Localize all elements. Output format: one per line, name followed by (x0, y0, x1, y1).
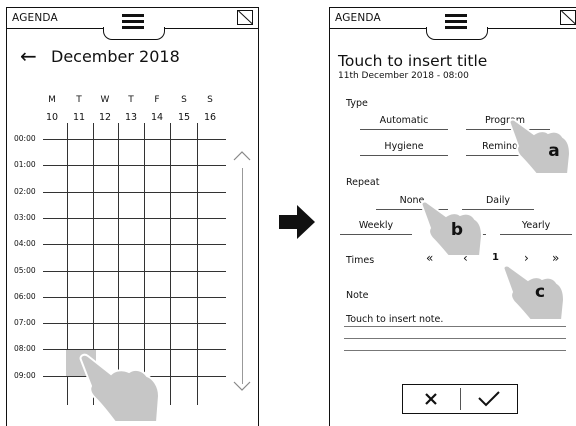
action-divider (460, 388, 461, 410)
hour-row-line[interactable] (43, 270, 226, 272)
chevron-down-icon[interactable] (233, 380, 251, 392)
chevron-up-icon[interactable] (233, 150, 251, 162)
hour-row-line[interactable] (43, 165, 226, 167)
time-label: 01:00 (14, 160, 36, 170)
day-number: 12 (98, 112, 112, 123)
repeat-label: Repeat (346, 177, 380, 188)
hour-row-line[interactable] (43, 244, 226, 246)
note-input[interactable]: Touch to insert note. (346, 314, 443, 325)
pointing-hand-icon (79, 353, 161, 422)
scrollbar-track[interactable] (242, 168, 243, 384)
event-date: 11th December 2018 - 08:00 (338, 71, 469, 81)
box-x-icon[interactable] (560, 10, 576, 25)
calendar-screen: AGENDA ← December 2018 M T W T F S S 10 11 12 13 14… (6, 7, 259, 426)
month-title: December 2018 (51, 47, 180, 66)
day-letter: T (76, 95, 82, 105)
app-title: AGENDA (335, 12, 381, 24)
close-icon (425, 393, 437, 405)
time-label: 06:00 (14, 291, 36, 301)
type-option-automatic[interactable]: Automatic (368, 115, 440, 126)
app-title: AGENDA (12, 12, 58, 24)
callout-label: b (450, 220, 464, 240)
hour-row-line[interactable] (43, 296, 226, 298)
day-number: 15 (177, 112, 191, 123)
repeat-option-weekly[interactable]: Weekly (344, 220, 408, 231)
note-line (344, 350, 566, 351)
event-title-input[interactable]: Touch to insert title (338, 52, 487, 70)
hour-row-line[interactable] (43, 139, 226, 140)
day-letter: F (154, 95, 160, 105)
option-underline (360, 129, 448, 130)
hamburger-menu-icon[interactable] (122, 14, 144, 30)
hamburger-menu-icon[interactable] (445, 14, 467, 30)
right-arrow-icon (279, 205, 315, 239)
action-bar (402, 384, 518, 414)
type-option-hygiene[interactable]: Hygiene (368, 141, 440, 152)
time-label: 04:00 (14, 239, 36, 249)
cancel-button[interactable] (411, 388, 451, 410)
time-label: 00:00 (14, 134, 36, 143)
next-button[interactable]: › (524, 251, 529, 265)
day-letter: S (181, 95, 187, 105)
note-label: Note (346, 290, 369, 301)
time-label: 03:00 (14, 212, 36, 222)
option-underline (340, 234, 412, 235)
day-letter: M (48, 95, 56, 105)
type-label: Type (346, 98, 368, 109)
times-label: Times (346, 255, 375, 266)
day-letter: S (207, 95, 213, 105)
time-label: 02:00 (14, 186, 36, 196)
hour-row-line[interactable] (43, 323, 226, 325)
event-editor-screen: AGENDA Touch to insert title 11th Decemb… (329, 7, 576, 426)
day-number: 10 (45, 112, 59, 123)
day-number: 14 (150, 112, 164, 123)
times-value: 1 (492, 252, 499, 263)
time-label: 08:00 (14, 344, 36, 354)
time-label: 09:00 (14, 370, 36, 380)
option-underline (360, 155, 448, 156)
day-number: 16 (203, 112, 217, 123)
left-arrow-icon[interactable]: ← (20, 46, 37, 66)
box-x-icon[interactable] (237, 10, 253, 25)
callout-label: c (534, 282, 546, 302)
note-line (344, 326, 566, 327)
hour-row-line[interactable] (43, 191, 226, 193)
day-letter: W (100, 95, 110, 105)
check-icon (478, 391, 500, 407)
last-button[interactable]: » (552, 251, 559, 265)
day-number: 13 (124, 112, 138, 123)
day-number: 11 (72, 112, 86, 123)
day-letter: T (128, 95, 134, 105)
time-label: 05:00 (14, 265, 36, 275)
callout-label: a (548, 141, 560, 161)
option-underline (500, 234, 572, 235)
hour-row-line[interactable] (43, 217, 226, 219)
confirm-button[interactable] (469, 388, 509, 410)
time-label: 07:00 (14, 318, 36, 328)
note-line (344, 338, 566, 339)
repeat-option-yearly[interactable]: Yearly (508, 220, 564, 231)
